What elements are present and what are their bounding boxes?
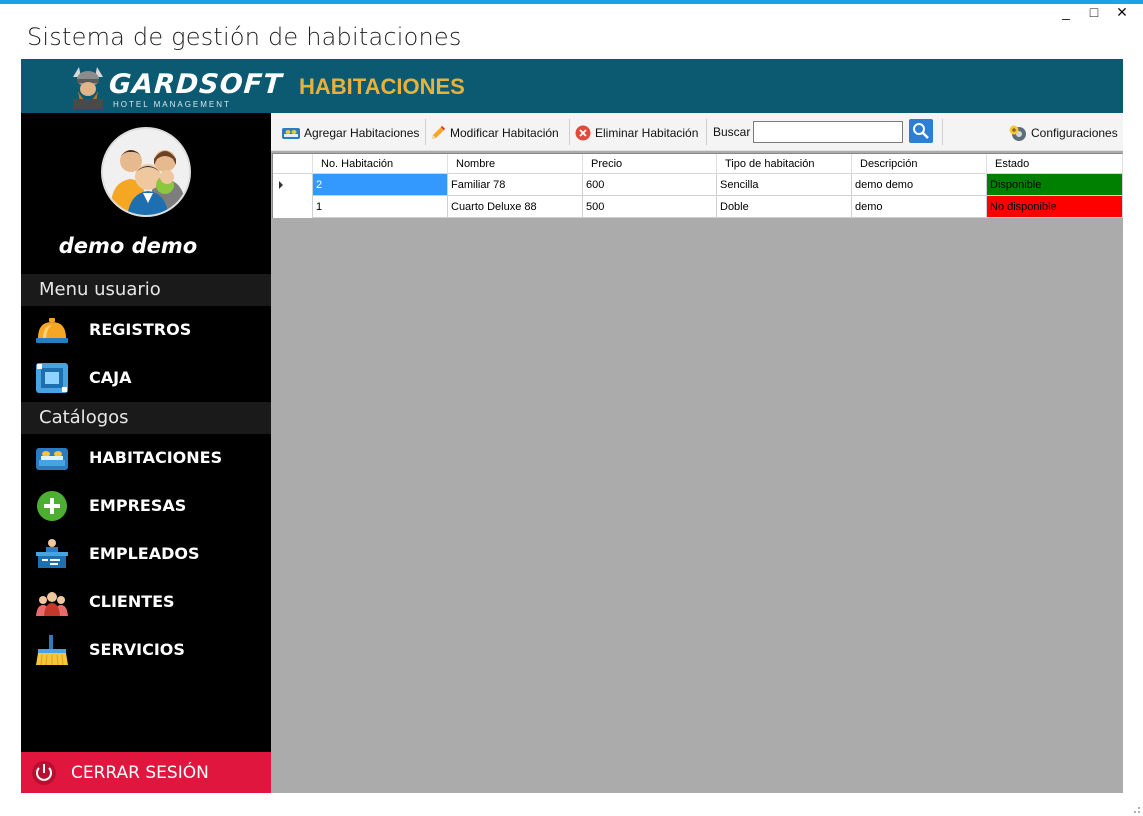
settings-button[interactable]: Configuraciones	[1009, 122, 1118, 144]
sidebar-item-empleados[interactable]: EMPLEADOS	[21, 532, 271, 576]
table-row[interactable]: 1 Cuarto Deluxe 88 500 Doble demo No dis…	[273, 196, 1123, 218]
search-label: Buscar	[713, 125, 751, 139]
window-title: Sistema de gestión de habitaciones	[27, 23, 462, 51]
sidebar-item-label: CAJA	[89, 368, 132, 387]
modify-room-label: Modificar Habitación	[450, 126, 559, 140]
maximize-button[interactable]: □	[1087, 4, 1101, 21]
cell-precio[interactable]: 600	[583, 174, 717, 196]
row-header-corner	[273, 154, 313, 174]
brand-name: GARDSOFT	[107, 69, 284, 100]
cell-precio[interactable]: 500	[583, 196, 717, 218]
cell-nombre[interactable]: Cuarto Deluxe 88	[448, 196, 583, 218]
cell-tipo[interactable]: Sencilla	[717, 174, 852, 196]
sidebar-item-habitaciones[interactable]: HABITACIONES	[21, 436, 271, 480]
cell-estado[interactable]: No disponible	[987, 196, 1123, 218]
current-row-arrow-icon	[279, 181, 283, 189]
delete-room-button[interactable]: Eliminar Habitación	[575, 122, 698, 144]
toolbar-separator	[569, 119, 570, 145]
user-avatar	[101, 127, 191, 217]
rooms-table: No. Habitación Nombre Precio Tipo de hab…	[272, 153, 1123, 218]
minimize-button[interactable]: _	[1059, 4, 1073, 21]
column-header-estado[interactable]: Estado	[987, 154, 1123, 174]
column-header-descripcion[interactable]: Descripción	[852, 154, 987, 174]
username-label: demo demo	[58, 234, 198, 258]
section-user-menu: Menu usuario	[21, 274, 271, 306]
column-header-nombre[interactable]: Nombre	[448, 154, 583, 174]
toolbar: Agregar Habitaciones Modificar Habitació…	[271, 113, 1123, 151]
cell-descripcion[interactable]: demo demo	[852, 174, 987, 196]
sidebar-item-label: HABITACIONES	[89, 448, 223, 467]
add-room-label: Agregar Habitaciones	[304, 126, 420, 140]
toolbar-separator	[706, 119, 707, 145]
section-catalogs: Catálogos	[21, 402, 271, 434]
front-desk-icon	[36, 539, 68, 568]
bed-icon	[36, 448, 68, 470]
pencil-icon	[432, 126, 445, 139]
logout-label: CERRAR SESIÓN	[71, 763, 209, 783]
close-button[interactable]: ✕	[1115, 4, 1129, 21]
users-group-icon	[103, 129, 189, 215]
logout-button[interactable]: CERRAR SESIÓN	[21, 752, 271, 793]
toolbar-separator	[942, 119, 943, 145]
power-icon	[32, 761, 56, 785]
window-accent-bar	[0, 0, 1143, 4]
sidebar-item-caja[interactable]: CAJA	[21, 356, 271, 400]
window-controls: _ □ ✕	[1059, 4, 1129, 21]
cash-register-icon	[36, 363, 68, 393]
sidebar-item-clientes[interactable]: CLIENTES	[21, 580, 271, 624]
sidebar-item-servicios[interactable]: SERVICIOS	[21, 628, 271, 672]
sidebar-item-label: EMPRESAS	[89, 496, 187, 515]
search-button[interactable]	[909, 119, 933, 143]
viking-logo-icon	[73, 67, 103, 109]
row-header[interactable]	[273, 174, 313, 196]
settings-label: Configuraciones	[1031, 126, 1118, 140]
bed-icon	[282, 128, 300, 139]
sidebar-item-label: CLIENTES	[89, 592, 175, 611]
table-header: No. Habitación Nombre Precio Tipo de hab…	[273, 154, 1123, 174]
cell-estado[interactable]: Disponible	[987, 174, 1123, 196]
sidebar-item-registros[interactable]: REGISTROS	[21, 308, 271, 352]
settings-icon	[1009, 125, 1026, 141]
row-header[interactable]	[273, 196, 313, 218]
reception-bell-icon	[36, 318, 68, 343]
cell-tipo[interactable]: Doble	[717, 196, 852, 218]
table-row[interactable]: 2 Familiar 78 600 Sencilla demo demo Dis…	[273, 174, 1123, 196]
sidebar: demo demo Menu usuario REGISTROS CAJA Ca…	[21, 113, 271, 793]
broom-icon	[36, 635, 68, 666]
column-header-tipo[interactable]: Tipo de habitación	[717, 154, 852, 174]
main-content: Agregar Habitaciones Modificar Habitació…	[271, 113, 1123, 793]
brand-subtitle: HOTEL MANAGEMENT	[113, 100, 231, 109]
search-icon	[913, 123, 929, 139]
search-input[interactable]	[753, 121, 903, 143]
page-title: HABITACIONES	[299, 74, 465, 99]
people-icon	[36, 592, 68, 616]
cell-numero[interactable]: 1	[313, 196, 448, 218]
column-header-precio[interactable]: Precio	[583, 154, 717, 174]
app-header: GARDSOFT HOTEL MANAGEMENT HABITACIONES	[21, 59, 1123, 113]
modify-room-button[interactable]: Modificar Habitación	[430, 122, 559, 144]
cell-descripcion[interactable]: demo	[852, 196, 987, 218]
plus-circle-icon	[37, 491, 67, 521]
delete-room-label: Eliminar Habitación	[595, 126, 699, 140]
add-room-button[interactable]: Agregar Habitaciones	[282, 122, 419, 144]
cell-nombre[interactable]: Familiar 78	[448, 174, 583, 196]
resize-grip-icon[interactable]	[1131, 804, 1141, 814]
column-header-numero[interactable]: No. Habitación	[313, 154, 448, 174]
sidebar-item-label: REGISTROS	[89, 320, 192, 339]
toolbar-separator	[425, 119, 426, 145]
sidebar-item-label: SERVICIOS	[89, 640, 185, 659]
cell-numero[interactable]: 2	[313, 174, 448, 196]
sidebar-item-empresas[interactable]: EMPRESAS	[21, 484, 271, 528]
sidebar-item-label: EMPLEADOS	[89, 544, 200, 563]
delete-icon	[575, 125, 591, 141]
brand-logo: GARDSOFT HOTEL MANAGEMENT	[69, 63, 284, 109]
